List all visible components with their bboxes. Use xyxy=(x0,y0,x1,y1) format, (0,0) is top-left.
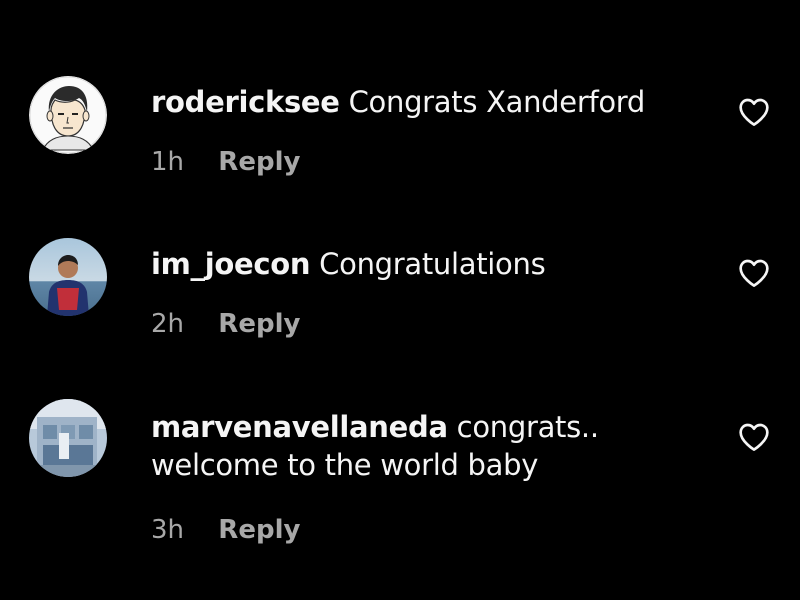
comment-username[interactable]: im_joecon xyxy=(151,247,311,281)
comment-text: rodericksee Congrats Xanderford xyxy=(151,83,711,121)
heart-outline-icon xyxy=(739,98,769,126)
like-button[interactable] xyxy=(738,97,770,127)
reply-button[interactable]: Reply xyxy=(218,514,300,546)
comment-body: Congrats Xanderford xyxy=(348,85,646,119)
photo-avatar-building-icon xyxy=(29,399,107,477)
like-button[interactable] xyxy=(738,422,770,452)
comment-meta: 3h Reply xyxy=(151,514,300,546)
heart-outline-icon xyxy=(739,259,769,287)
reply-button[interactable]: Reply xyxy=(218,308,300,340)
photo-avatar-person-beach-icon xyxy=(29,238,107,316)
heart-outline-icon xyxy=(739,423,769,451)
comment-body: Congratulations xyxy=(319,247,546,281)
comment-timestamp[interactable]: 3h xyxy=(151,514,184,546)
comment-username[interactable]: marvenavellaneda xyxy=(151,410,448,444)
cartoon-face-avatar-icon xyxy=(29,76,107,154)
comment-body-line-2: welcome to the world baby xyxy=(151,448,539,482)
avatar[interactable] xyxy=(29,399,107,477)
comment-username[interactable]: rodericksee xyxy=(151,85,340,119)
comment-timestamp[interactable]: 2h xyxy=(151,308,184,340)
comment-meta: 1h Reply xyxy=(151,146,300,178)
avatar[interactable] xyxy=(29,238,107,316)
comment-meta: 2h Reply xyxy=(151,308,300,340)
comment-body: congrats.. xyxy=(456,410,599,444)
comment-text: marvenavellaneda congrats.. welcome to t… xyxy=(151,408,711,484)
reply-button[interactable]: Reply xyxy=(218,146,300,178)
comment-timestamp[interactable]: 1h xyxy=(151,146,184,178)
avatar[interactable] xyxy=(29,76,107,154)
like-button[interactable] xyxy=(738,258,770,288)
comment-text: im_joecon Congratulations xyxy=(151,245,711,283)
